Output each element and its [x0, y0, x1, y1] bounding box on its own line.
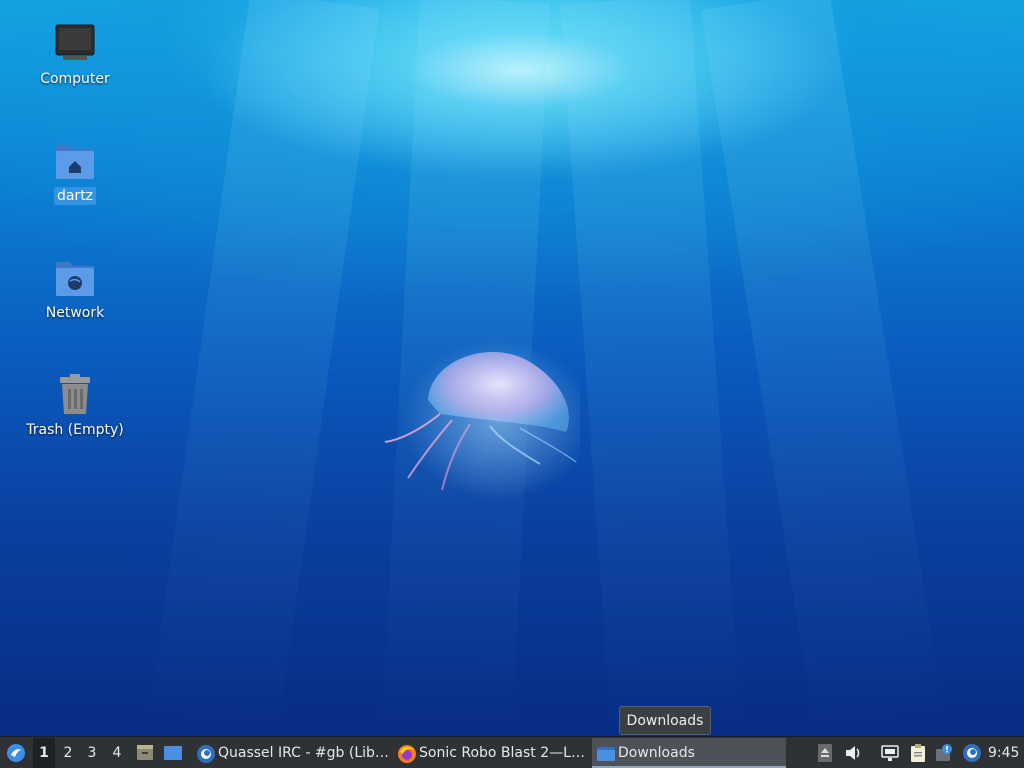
task-label: Sonic Robo Blast 2—L… — [419, 745, 585, 761]
taskbar-tooltip: Downloads — [619, 706, 711, 735]
lubuntu-menu-icon — [7, 744, 25, 762]
eject-icon[interactable] — [815, 743, 835, 763]
task-label: Downloads — [618, 745, 695, 761]
task-firefox-sonic[interactable]: Sonic Robo Blast 2—L… — [393, 738, 589, 768]
light-ray — [700, 0, 945, 736]
lubuntu-update-icon[interactable] — [962, 743, 982, 763]
network-wired-icon[interactable] — [880, 743, 900, 763]
clipboard-icon[interactable] — [908, 743, 928, 763]
desktop-icon-trash[interactable]: Trash (Empty) — [20, 373, 130, 439]
task-quassel-irc[interactable]: Quassel IRC - #gb (Lib… — [192, 738, 388, 768]
show-desktop-icon — [164, 746, 182, 760]
update-notifier-icon[interactable] — [934, 743, 954, 763]
workspace-2-button[interactable]: 2 — [57, 738, 79, 768]
trash-icon — [60, 374, 90, 414]
light-ray — [560, 0, 742, 736]
task-downloads[interactable]: Downloads — [592, 738, 786, 768]
desktop-icon-network[interactable]: Network — [20, 256, 130, 322]
desktop-background: Computer dartz Network Trash (Empty) — [0, 0, 1024, 736]
start-menu-button[interactable] — [4, 738, 28, 768]
light-ray — [148, 0, 380, 736]
quassel-icon — [197, 745, 215, 763]
desktop-icon-label: dartz — [53, 187, 97, 205]
task-label: Quassel IRC - #gb (Lib… — [218, 745, 388, 761]
workspace-1-button[interactable]: 1 — [33, 738, 55, 768]
network-folder-icon — [56, 262, 94, 296]
folder-window-icon — [597, 747, 615, 761]
desktop-icon-label: Trash (Empty) — [26, 422, 124, 438]
home-folder-icon — [56, 145, 94, 179]
desktop-icon-label: Network — [45, 305, 105, 321]
file-manager-icon — [137, 745, 153, 760]
volume-icon[interactable] — [843, 743, 863, 763]
show-desktop-button[interactable] — [161, 738, 185, 768]
jellyfish-illustration — [384, 340, 580, 500]
taskbar: 1 2 3 4 Quassel IRC - #gb (Lib… Sonic Ro… — [0, 736, 1024, 768]
file-manager-launcher[interactable] — [133, 738, 157, 768]
clock[interactable]: 9:45 — [988, 738, 1019, 768]
workspace-3-button[interactable]: 3 — [81, 738, 103, 768]
computer-icon — [55, 24, 95, 60]
desktop-icon-computer[interactable]: Computer — [20, 22, 130, 88]
workspace-4-button[interactable]: 4 — [106, 738, 128, 768]
desktop-icon-label: Computer — [40, 71, 110, 87]
firefox-icon — [398, 745, 416, 763]
desktop-icon-home-folder[interactable]: dartz — [20, 139, 130, 205]
